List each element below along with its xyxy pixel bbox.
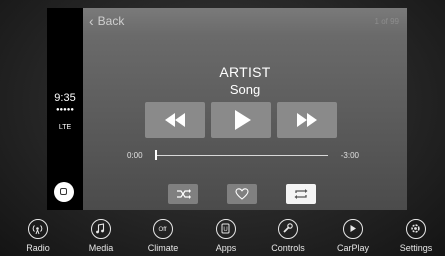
nav-carplay-label: CarPlay	[336, 243, 369, 253]
play-icon	[235, 110, 251, 130]
previous-track-button[interactable]	[145, 102, 205, 138]
nav-apps-label: Apps	[215, 243, 237, 253]
gear-icon	[406, 219, 426, 239]
music-note-icon	[91, 219, 111, 239]
nav-controls-label: Controls	[271, 243, 305, 253]
nav-radio[interactable]: Radio	[13, 214, 63, 256]
nav-climate-label: Climate	[147, 243, 179, 253]
clock: 9:35	[54, 92, 76, 104]
carplay-home-button[interactable]	[54, 182, 74, 202]
nav-media[interactable]: Media	[76, 214, 126, 256]
signal-strength: ●●●●●	[55, 107, 75, 113]
back-label: Back	[97, 14, 125, 28]
rewind-icon	[165, 113, 185, 127]
heart-icon	[235, 188, 249, 200]
nav-settings[interactable]: Settings	[391, 214, 441, 256]
radio-icon	[28, 219, 48, 239]
artist-name: ARTIST	[219, 64, 271, 80]
chevron-left-icon: ‹	[89, 13, 94, 29]
progress-thumb[interactable]	[155, 150, 157, 160]
repeat-button[interactable]	[286, 184, 316, 204]
network-type: LTE	[58, 124, 72, 131]
home-icon	[60, 188, 67, 195]
shuffle-button[interactable]	[168, 184, 198, 204]
repeat-icon	[294, 189, 308, 199]
carplay-icon	[343, 219, 363, 239]
screen: 9:35 ●●●●● LTE ‹ Back 1 of 99 ARTIST Son…	[0, 0, 445, 256]
climate-icon-text: Off	[159, 227, 167, 233]
back-button[interactable]: ‹ Back	[89, 14, 124, 28]
track-count: 1 of 99	[374, 17, 399, 26]
carplay-status-sidebar: 9:35 ●●●●● LTE	[47, 8, 83, 210]
remaining-time: -3:00	[340, 151, 359, 160]
next-track-button[interactable]	[277, 102, 337, 138]
apps-icon-text: U	[223, 227, 227, 233]
climate-off-icon: Off	[153, 219, 173, 239]
nav-climate[interactable]: Off Climate	[138, 214, 188, 256]
song-title: Song	[229, 82, 261, 97]
nav-settings-label: Settings	[399, 243, 433, 253]
progress-bar[interactable]	[156, 155, 328, 156]
fast-forward-icon	[297, 113, 317, 127]
apps-icon: U	[216, 219, 236, 239]
nav-carplay[interactable]: CarPlay	[328, 214, 378, 256]
now-playing-panel: ‹ Back 1 of 99 ARTIST Song 0:00 -3:00	[83, 8, 407, 210]
nav-radio-label: Radio	[26, 243, 50, 253]
now-playing-header: ‹ Back 1 of 99	[83, 8, 407, 36]
nav-apps[interactable]: U Apps	[201, 214, 251, 256]
play-button[interactable]	[211, 102, 271, 138]
bottom-nav-bar: Radio Media Off Climate U Apps Controls …	[0, 214, 445, 256]
favorite-button[interactable]	[227, 184, 257, 204]
nav-controls[interactable]: Controls	[263, 214, 313, 256]
wrench-icon	[278, 219, 298, 239]
elapsed-time: 0:00	[127, 151, 143, 160]
shuffle-icon	[177, 189, 191, 199]
nav-media-label: Media	[88, 243, 114, 253]
